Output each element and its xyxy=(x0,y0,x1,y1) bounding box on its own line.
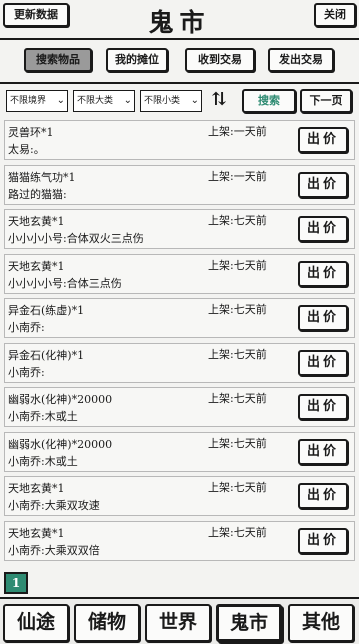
search-button[interactable]: 搜索 xyxy=(242,89,296,113)
listing-time: 上架:七天前 xyxy=(208,481,267,494)
page-indicator[interactable]: 1 xyxy=(4,572,28,594)
tab-search-items[interactable]: 搜索物品 xyxy=(24,48,92,72)
tab-received-trades[interactable]: 收到交易 xyxy=(185,48,255,72)
list-item: 天地玄黄*1 小南乔:大乘双攻速 上架:七天前 出价 xyxy=(4,476,355,516)
filter-bar: 不限境界 ⌄ 不限大类 ⌄ 不限小类 ⌄ ⇅ 搜索 下一页 xyxy=(4,88,355,114)
item-name: 天地玄黄*1 xyxy=(8,526,65,540)
nav-storage[interactable]: 储物 xyxy=(74,604,140,642)
subcategory-select-value: 不限小类 xyxy=(144,96,181,106)
listing-time: 上架:七天前 xyxy=(208,347,267,361)
list-item: 灵兽环*1 太易:。 上架:一天前 出价 xyxy=(4,120,355,160)
listing-time: 上架:七天前 xyxy=(208,258,267,272)
item-owner: 太易:。 xyxy=(8,143,45,156)
subcategory-select[interactable]: 不限小类 ⌄ xyxy=(140,90,202,112)
listing-time: 上架:七天前 xyxy=(208,303,267,316)
item-owner: 小小小小号:合体三点伤 xyxy=(8,276,122,290)
bid-button[interactable]: 出价 xyxy=(298,527,348,554)
sort-arrows-icon[interactable]: ⇅ xyxy=(208,89,230,113)
listing-time: 上架:七天前 xyxy=(208,214,267,227)
list-item: 异金石(化神)*1 小南乔: 上架:七天前 出价 xyxy=(4,342,355,383)
list-item: 幽弱水(化神)*20000 小南乔:木或土 上架:七天前 出价 xyxy=(4,387,355,427)
bid-button[interactable]: 出价 xyxy=(298,483,348,509)
bottom-nav: 仙途 储物 世界 鬼市 其他 xyxy=(0,597,359,644)
header-divider xyxy=(0,38,359,40)
page-title: 鬼市 xyxy=(148,8,211,37)
chevron-down-icon: ⌄ xyxy=(190,95,199,106)
bid-button[interactable]: 出价 xyxy=(298,216,348,242)
nav-other[interactable]: 其他 xyxy=(288,604,354,642)
header: 更新数据 鬼市 关闭 xyxy=(0,0,359,42)
item-owner: 小南乔:大乘双攻速 xyxy=(8,499,100,512)
tabs-divider xyxy=(0,82,359,84)
item-owner: 路过的猫猫: xyxy=(8,187,67,201)
chevron-down-icon: ⌄ xyxy=(123,95,132,106)
item-name: 异金石(化神)*1 xyxy=(8,348,85,362)
item-owner: 小小小小号:合体双火三点伤 xyxy=(8,232,144,245)
item-owner: 小南乔: xyxy=(8,321,45,334)
item-name: 猫猫练气功*1 xyxy=(8,170,76,184)
list-item: 天地玄黄*1 小小小小号:合体三点伤 上架:七天前 出价 xyxy=(4,253,355,294)
listing-time: 上架:七天前 xyxy=(208,436,267,450)
next-page-button[interactable]: 下一页 xyxy=(300,89,352,113)
category-select-value: 不限大类 xyxy=(77,96,114,106)
realm-select[interactable]: 不限境界 ⌄ xyxy=(6,90,68,112)
bid-button[interactable]: 出价 xyxy=(298,127,348,153)
item-owner: 小南乔:大乘双双倍 xyxy=(8,543,100,557)
category-select[interactable]: 不限大类 ⌄ xyxy=(73,90,135,112)
close-button[interactable]: 关闭 xyxy=(314,3,356,27)
item-name: 异金石(练虚)*1 xyxy=(8,304,85,317)
bid-button[interactable]: 出价 xyxy=(298,349,348,376)
listing-time: 上架:一天前 xyxy=(208,169,267,183)
bid-button[interactable]: 出价 xyxy=(298,394,348,420)
nav-immortal-path[interactable]: 仙途 xyxy=(3,604,69,642)
list-item: 天地玄黄*1 小小小小号:合体双火三点伤 上架:七天前 出价 xyxy=(4,209,355,249)
bid-button[interactable]: 出价 xyxy=(298,260,348,287)
list-item: 异金石(练虚)*1 小南乔: 上架:七天前 出价 xyxy=(4,298,355,338)
item-name: 幽弱水(化神)*20000 xyxy=(8,393,113,406)
item-owner: 小南乔:木或土 xyxy=(8,410,78,423)
item-name: 天地玄黄*1 xyxy=(8,259,65,273)
nav-ghost-market[interactable]: 鬼市 xyxy=(216,604,282,642)
listing-time: 上架:七天前 xyxy=(208,392,267,405)
item-name: 天地玄黄*1 xyxy=(8,482,65,495)
listing-time: 上架:七天前 xyxy=(208,525,267,539)
item-owner: 小南乔:木或土 xyxy=(8,454,78,468)
realm-select-value: 不限境界 xyxy=(10,96,47,106)
chevron-down-icon: ⌄ xyxy=(56,95,65,106)
list-item: 猫猫练气功*1 路过的猫猫: 上架:一天前 出价 xyxy=(4,164,355,205)
list-item: 天地玄黄*1 小南乔:大乘双双倍 上架:七天前 出价 xyxy=(4,520,355,561)
bid-button[interactable]: 出价 xyxy=(298,171,348,198)
listing-time: 上架:一天前 xyxy=(208,125,267,138)
item-owner: 小南乔: xyxy=(8,365,45,379)
bid-button[interactable]: 出价 xyxy=(298,438,348,465)
list-item: 幽弱水(化神)*20000 小南乔:木或土 上架:七天前 出价 xyxy=(4,431,355,472)
item-name: 天地玄黄*1 xyxy=(8,215,65,228)
bid-button[interactable]: 出价 xyxy=(298,305,348,331)
tab-sent-trades[interactable]: 发出交易 xyxy=(268,48,334,72)
nav-world[interactable]: 世界 xyxy=(145,604,211,642)
item-name: 灵兽环*1 xyxy=(8,126,54,139)
item-name: 幽弱水(化神)*20000 xyxy=(8,437,113,451)
market-tabs: 搜索物品 我的摊位 收到交易 发出交易 xyxy=(20,48,340,74)
tab-my-stall[interactable]: 我的摊位 xyxy=(106,48,168,72)
listing-list: 灵兽环*1 太易:。 上架:一天前 出价 猫猫练气功*1 路过的猫猫: 上架:一… xyxy=(4,120,355,565)
